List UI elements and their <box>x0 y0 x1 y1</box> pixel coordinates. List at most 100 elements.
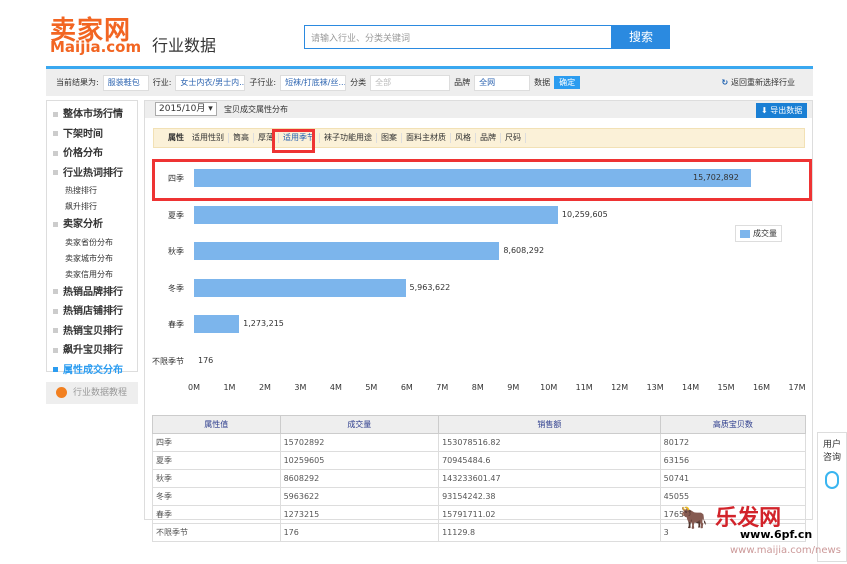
x-tick-label: 12M <box>611 383 629 392</box>
sidebar-item[interactable]: 飙升宝贝排行 <box>47 341 137 361</box>
x-tick-label: 7M <box>436 383 449 392</box>
tutorial-label: 行业数据教程 <box>73 388 128 398</box>
legend-swatch <box>740 229 750 238</box>
brand-select[interactable]: 全网 <box>474 74 531 91</box>
data-label: 10,259,605 <box>561 209 608 219</box>
sidebar: 整体市场行情 下架时间 价格分布 行业热词排行 热搜排行 飙升排行 卖家分析 卖家省份分布 卖家… <box>46 100 138 376</box>
page-subtitle: 行业数据 <box>152 36 217 55</box>
play-icon <box>56 387 67 398</box>
table-cell: 15791711.02 <box>438 505 661 524</box>
bar[interactable] <box>194 205 558 224</box>
tab-item[interactable]: 袜子功能用途 <box>320 133 377 143</box>
sidebar-item[interactable]: 卖家省份分布 <box>47 235 137 251</box>
sidebar-item[interactable]: 整体市场行情 <box>47 105 137 125</box>
sidebar-item[interactable]: 热销店铺排行 <box>47 302 137 322</box>
logo-url: Maijia.com <box>50 38 142 56</box>
sidebar-item[interactable]: 卖家分析 <box>47 215 137 235</box>
x-tick-label: 10M <box>540 383 558 392</box>
tab-item[interactable]: 图案 <box>377 133 402 143</box>
highlight-box-row <box>152 159 812 201</box>
table-cell: 176 <box>279 523 440 542</box>
x-tick-label: 6M <box>400 383 413 392</box>
export-label: 导出数据 <box>770 106 803 115</box>
highlight-box-tab <box>272 129 315 153</box>
tutorial-button[interactable]: 行业数据教程 <box>46 382 138 404</box>
sidebar-item[interactable]: 卖家城市分布 <box>47 251 137 267</box>
table-cell: 11129.8 <box>438 523 661 542</box>
table-cell: 秋季 <box>152 469 281 488</box>
table-cell: 5963622 <box>279 487 440 506</box>
sidebar-item[interactable]: 属性成交分布 <box>47 361 137 381</box>
data-label: 8,608,292 <box>503 246 545 255</box>
tab-item[interactable]: 筒高 <box>229 133 254 143</box>
chart-legend[interactable]: 成交量 <box>735 225 782 242</box>
category-label: 夏季 <box>168 210 184 220</box>
consult-panel[interactable]: 用户咨询 <box>817 432 847 562</box>
date-select[interactable]: 2015/10月 ▾ <box>155 102 217 116</box>
column-header[interactable]: 成交量 <box>279 415 440 434</box>
sidebar-item[interactable]: 热搜排行 <box>47 183 137 199</box>
column-header[interactable]: 高质宝贝数 <box>659 415 807 434</box>
x-tick-label: 2M <box>258 383 271 392</box>
search-button[interactable]: 搜索 <box>612 25 670 49</box>
industry-select[interactable]: 女士内衣/男士内... <box>175 74 246 91</box>
table-cell: 10259605 <box>279 451 440 470</box>
x-tick-label: 14M <box>682 383 700 392</box>
sidebar-item[interactable]: 卖家信用分布 <box>47 267 137 283</box>
sidebar-item[interactable]: 热销宝贝排行 <box>47 322 137 342</box>
sidebar-item[interactable]: 热销品牌排行 <box>47 283 137 303</box>
confirm-button[interactable]: 确定 <box>554 76 581 89</box>
bar[interactable] <box>194 278 406 297</box>
search-input[interactable]: 请输入行业、分类关键词 <box>304 25 612 49</box>
sub-industry-select[interactable]: 短袜/打底袜/丝... <box>280 74 347 91</box>
x-tick-label: 15M <box>717 383 735 392</box>
consult-label: 用户咨询 <box>822 440 841 463</box>
table-row: 夏季 10259605 70945484.6 63156 <box>152 451 807 470</box>
bar[interactable] <box>194 315 240 333</box>
table-cell: 夏季 <box>152 451 281 470</box>
column-header[interactable]: 属性值 <box>152 415 281 434</box>
column-header[interactable]: 销售额 <box>438 415 661 434</box>
sidebar-item[interactable]: 飙升排行 <box>47 199 137 215</box>
table-cell: 春季 <box>152 505 281 524</box>
table-cell: 153078516.82 <box>438 433 661 452</box>
table-cell: 15702892 <box>279 433 440 452</box>
table-cell: 70945484.6 <box>438 451 661 470</box>
qq-icon[interactable] <box>825 471 839 489</box>
sidebar-item[interactable]: 下架时间 <box>47 125 137 145</box>
x-tick-label: 0M <box>188 383 200 392</box>
category-label: 不限季节 <box>152 356 184 366</box>
refresh-icon: ↻ <box>721 78 731 87</box>
back-button[interactable]: ↻ 返回重新选择行业 <box>722 77 796 88</box>
bar[interactable] <box>194 242 500 260</box>
export-button[interactable]: ⬇ 导出数据 <box>756 103 808 118</box>
watermark-url2: www.maijia.com/news <box>730 545 841 556</box>
table-row: 秋季 8608292 143233601.47 50741 <box>152 469 807 488</box>
tab-item[interactable]: 风格 <box>451 133 476 143</box>
date-value: 2015/10月 <box>159 104 206 114</box>
table-cell: 8608292 <box>279 469 440 488</box>
table-cell: 1273215 <box>279 505 440 524</box>
x-tick-label: 5M <box>365 383 378 392</box>
tab-item[interactable]: 尺码 <box>501 133 526 143</box>
x-tick-label: 13M <box>646 383 664 392</box>
sidebar-item[interactable]: 价格分布 <box>47 144 137 164</box>
x-tick-label: 1M <box>223 383 236 392</box>
back-label: 返回重新选择行业 <box>731 78 795 87</box>
x-tick-label: 9M <box>507 383 520 392</box>
tab-item[interactable]: 面料主材质 <box>402 133 451 143</box>
panel-title: 宝贝成交属性分布 <box>224 105 288 114</box>
category-select[interactable]: 服装鞋包 <box>102 74 149 91</box>
table-row: 四季 15702892 153078516.82 80172 <box>152 433 807 452</box>
tab-item[interactable]: 品牌 <box>476 133 501 143</box>
data-label: 1,273,215 <box>243 319 284 328</box>
x-tick-label: 16M <box>752 383 771 392</box>
brand-label: 品牌 <box>454 78 471 87</box>
class-select[interactable]: 全部 <box>370 74 451 91</box>
category-label: 春季 <box>168 320 184 329</box>
table-cell: 93154242.38 <box>438 487 661 506</box>
tab-item[interactable]: 适用性别 <box>188 133 229 143</box>
table-cell: 143233601.47 <box>438 469 661 488</box>
watermark-url: www.6pf.cn <box>740 528 813 541</box>
sidebar-item[interactable]: 行业热词排行 <box>47 164 137 184</box>
